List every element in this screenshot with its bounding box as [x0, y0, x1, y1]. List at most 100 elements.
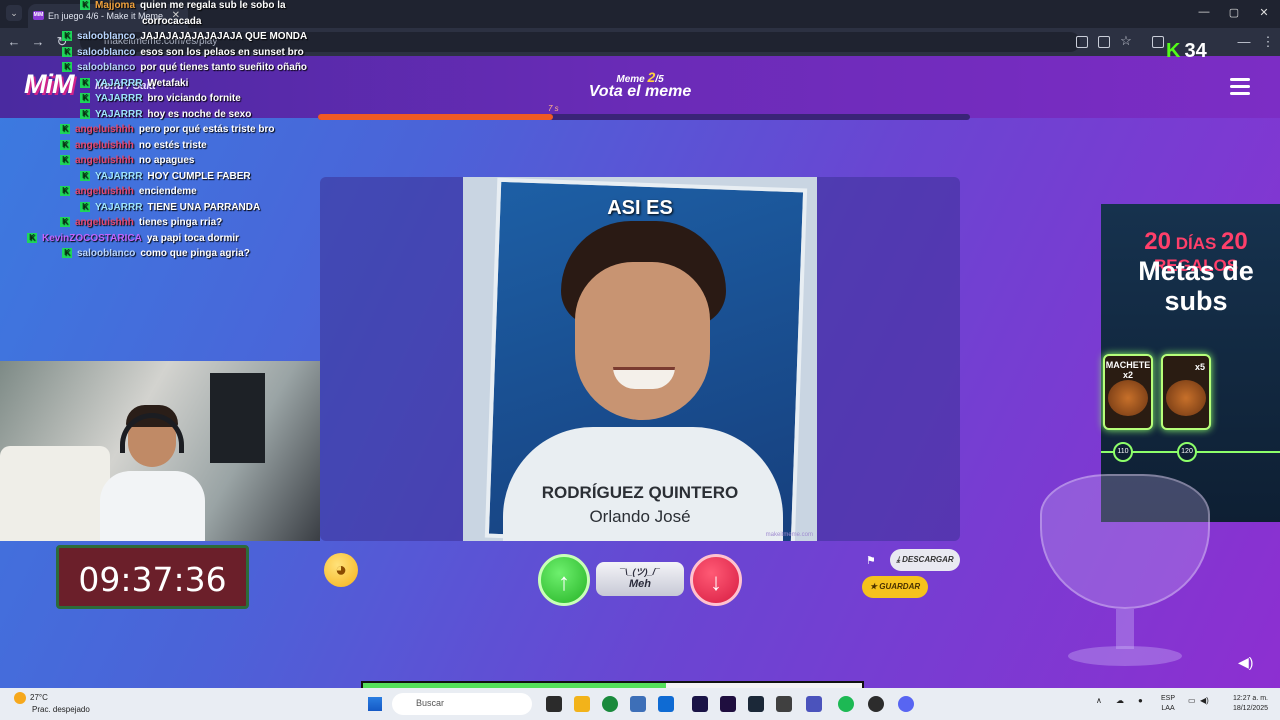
kick-badge-icon: K — [80, 77, 90, 88]
kick-badge-icon: K — [27, 232, 37, 243]
brandy-glass-overlay — [1040, 474, 1210, 670]
minimize-sidebar-icon[interactable]: — — [1236, 34, 1252, 49]
download-button[interactable]: ⤓ DESCARGAR — [890, 549, 960, 571]
file-explorer-icon[interactable] — [574, 696, 590, 712]
chat-message: KsaloobIanco como que pinga agria? — [62, 248, 250, 259]
meme-watermark: makeitmeme.com — [765, 532, 813, 538]
stream-countdown: 09:37:36 — [56, 545, 249, 609]
chat-username[interactable]: angeluishhh — [75, 124, 134, 135]
chat-text: enciendeme — [138, 186, 197, 197]
report-flag-icon[interactable]: ⚑ — [866, 554, 876, 567]
spotify-icon[interactable] — [838, 696, 854, 712]
chat-username[interactable]: angeluishhh — [75, 155, 134, 166]
arrow-down-icon: ↓ — [710, 569, 722, 596]
translate-icon[interactable] — [1076, 36, 1088, 48]
kick-badge-icon: K — [80, 201, 90, 212]
save-button[interactable]: ★ GUARDAR — [862, 576, 928, 598]
chat-username[interactable]: angeluishhh — [75, 140, 134, 151]
chat-username[interactable]: angeluishhh — [75, 186, 134, 197]
chrome-icon[interactable] — [602, 696, 618, 712]
chat-text: tienes pinga rria? — [138, 217, 223, 228]
meh-label: Meh — [629, 578, 651, 590]
onedrive-icon[interactable]: ☁ — [1116, 696, 1124, 705]
app-icon[interactable] — [630, 696, 646, 712]
chat-text: quien me regala sub le sobo la — [140, 0, 286, 11]
chat-text: como que pinga agria? — [140, 248, 250, 259]
chat-message: KsaloobIanco esos son los pelaos en sunse… — [62, 47, 304, 58]
download-label: DESCARGAR — [902, 555, 954, 564]
chat-message: Kangeluishhh pero por qué estás triste br… — [60, 124, 275, 135]
mail-icon[interactable] — [658, 696, 674, 712]
chat-text: TIENE UNA PARRANDA — [147, 201, 261, 213]
chat-message: K YAJARRR Wetafaki — [80, 78, 188, 89]
chat-username[interactable]: angeluishhh — [75, 217, 134, 228]
hamburger-menu-icon[interactable] — [1230, 78, 1250, 99]
maximize-icon[interactable]: ▢ — [1226, 6, 1242, 19]
timer-bar — [318, 114, 970, 120]
cast-icon[interactable] — [1098, 36, 1110, 48]
meme-caption: ASI ES — [607, 197, 673, 219]
discord-icon[interactable] — [898, 696, 914, 712]
chat-message: K YAJARRR bro viciando fornite — [80, 93, 241, 104]
chat-message: Kangeluishhh tienes pinga rria? — [60, 217, 222, 228]
arrow-up-icon: ↑ — [558, 569, 570, 596]
volume-icon[interactable]: ◀) — [1200, 696, 1209, 705]
vote-title: Vota el meme — [588, 83, 692, 100]
github-icon[interactable] — [868, 696, 884, 712]
webcam-feed — [0, 361, 320, 541]
obs-icon[interactable] — [776, 696, 792, 712]
network-icon[interactable]: ▭ — [1188, 696, 1196, 705]
webcam-sofa — [0, 446, 110, 541]
extensions-icon[interactable] — [1152, 36, 1164, 48]
premiere-icon[interactable] — [692, 696, 708, 712]
tray-expand-icon[interactable]: ∧ — [1096, 696, 1102, 705]
chat-username[interactable]: saloobIanco — [77, 47, 135, 58]
chat-message: Kangeluishhh no estés triste — [60, 140, 207, 151]
menu-dots-icon[interactable]: ⋮ — [1260, 34, 1276, 50]
reward-card-2: x5 — [1161, 354, 1211, 430]
teams-icon[interactable] — [806, 696, 822, 712]
chat-username[interactable]: YAJARRR — [95, 109, 142, 120]
minimize-icon[interactable]: — — [1196, 6, 1212, 18]
taskbar-search[interactable]: Buscar — [392, 693, 532, 715]
close-window-icon[interactable]: ✕ — [1256, 6, 1272, 19]
kick-badge-icon: K — [80, 108, 90, 119]
vote-meh-button[interactable]: ¯\_(ツ)_/¯ Meh — [596, 562, 684, 596]
chat-username[interactable]: YAJARRR — [95, 171, 142, 182]
task-view-icon[interactable] — [546, 696, 562, 712]
kick-badge-icon: K — [62, 62, 72, 73]
chat-username[interactable]: saloobIanco — [77, 62, 135, 73]
windows-taskbar: 27°C Prac. despejado Buscar ∧ ☁ ● ESP LAA… — [0, 688, 1280, 720]
kick-logo-icon: K — [1166, 40, 1181, 62]
meh-shrug: ¯\_(ツ)_/¯ — [620, 567, 660, 577]
chat-username[interactable]: YAJARRR — [95, 78, 142, 89]
chat-username[interactable]: YAJARRR — [95, 93, 142, 104]
chat-username[interactable]: saloobIanco — [77, 31, 135, 42]
chat-username[interactable]: Majjoma — [95, 0, 135, 11]
mic-icon[interactable]: ● — [1138, 696, 1143, 705]
sun-icon — [14, 692, 26, 704]
kick-badge-icon: K — [60, 217, 70, 228]
windows-start-icon[interactable] — [368, 697, 382, 711]
system-clock[interactable]: 12:27 a. m. 18/12/2025 — [1212, 694, 1268, 714]
chat-text: corrocacada — [142, 15, 202, 27]
weather-widget[interactable]: 27°C Prac. despejado — [14, 692, 90, 715]
language-indicator[interactable]: ESP LAA — [1161, 694, 1175, 714]
after-effects-icon[interactable] — [720, 696, 736, 712]
steam-icon[interactable] — [748, 696, 764, 712]
kick-badge-icon: K — [60, 155, 70, 166]
vote-down-button[interactable]: ↓ — [690, 554, 742, 606]
chat-message: KsaloobIanco por qué tienes tanto sueñito… — [62, 62, 307, 73]
chat-message: KsaloobIanco JAJAJAJAJAJAJAJA QUE MONDA — [62, 31, 307, 42]
chat-message: corrocacada — [142, 16, 201, 27]
chat-text: por qué tienes tanto sueñito oñaño — [140, 62, 308, 73]
bookmark-star-icon[interactable]: ☆ — [1118, 33, 1134, 49]
reaction-emoji-icon[interactable]: ◕ — [324, 553, 358, 587]
speaker-icon[interactable]: ◀) — [1238, 654, 1253, 671]
chat-username[interactable]: YAJARRR — [95, 202, 142, 213]
vote-up-button[interactable]: ↑ — [538, 554, 590, 606]
timer-label: 7 s — [548, 104, 559, 113]
chat-username[interactable]: saloobIanco — [77, 248, 135, 259]
kick-badge-icon: K — [62, 46, 72, 57]
chat-username[interactable]: KevinZOCOSTARICA — [42, 233, 142, 244]
